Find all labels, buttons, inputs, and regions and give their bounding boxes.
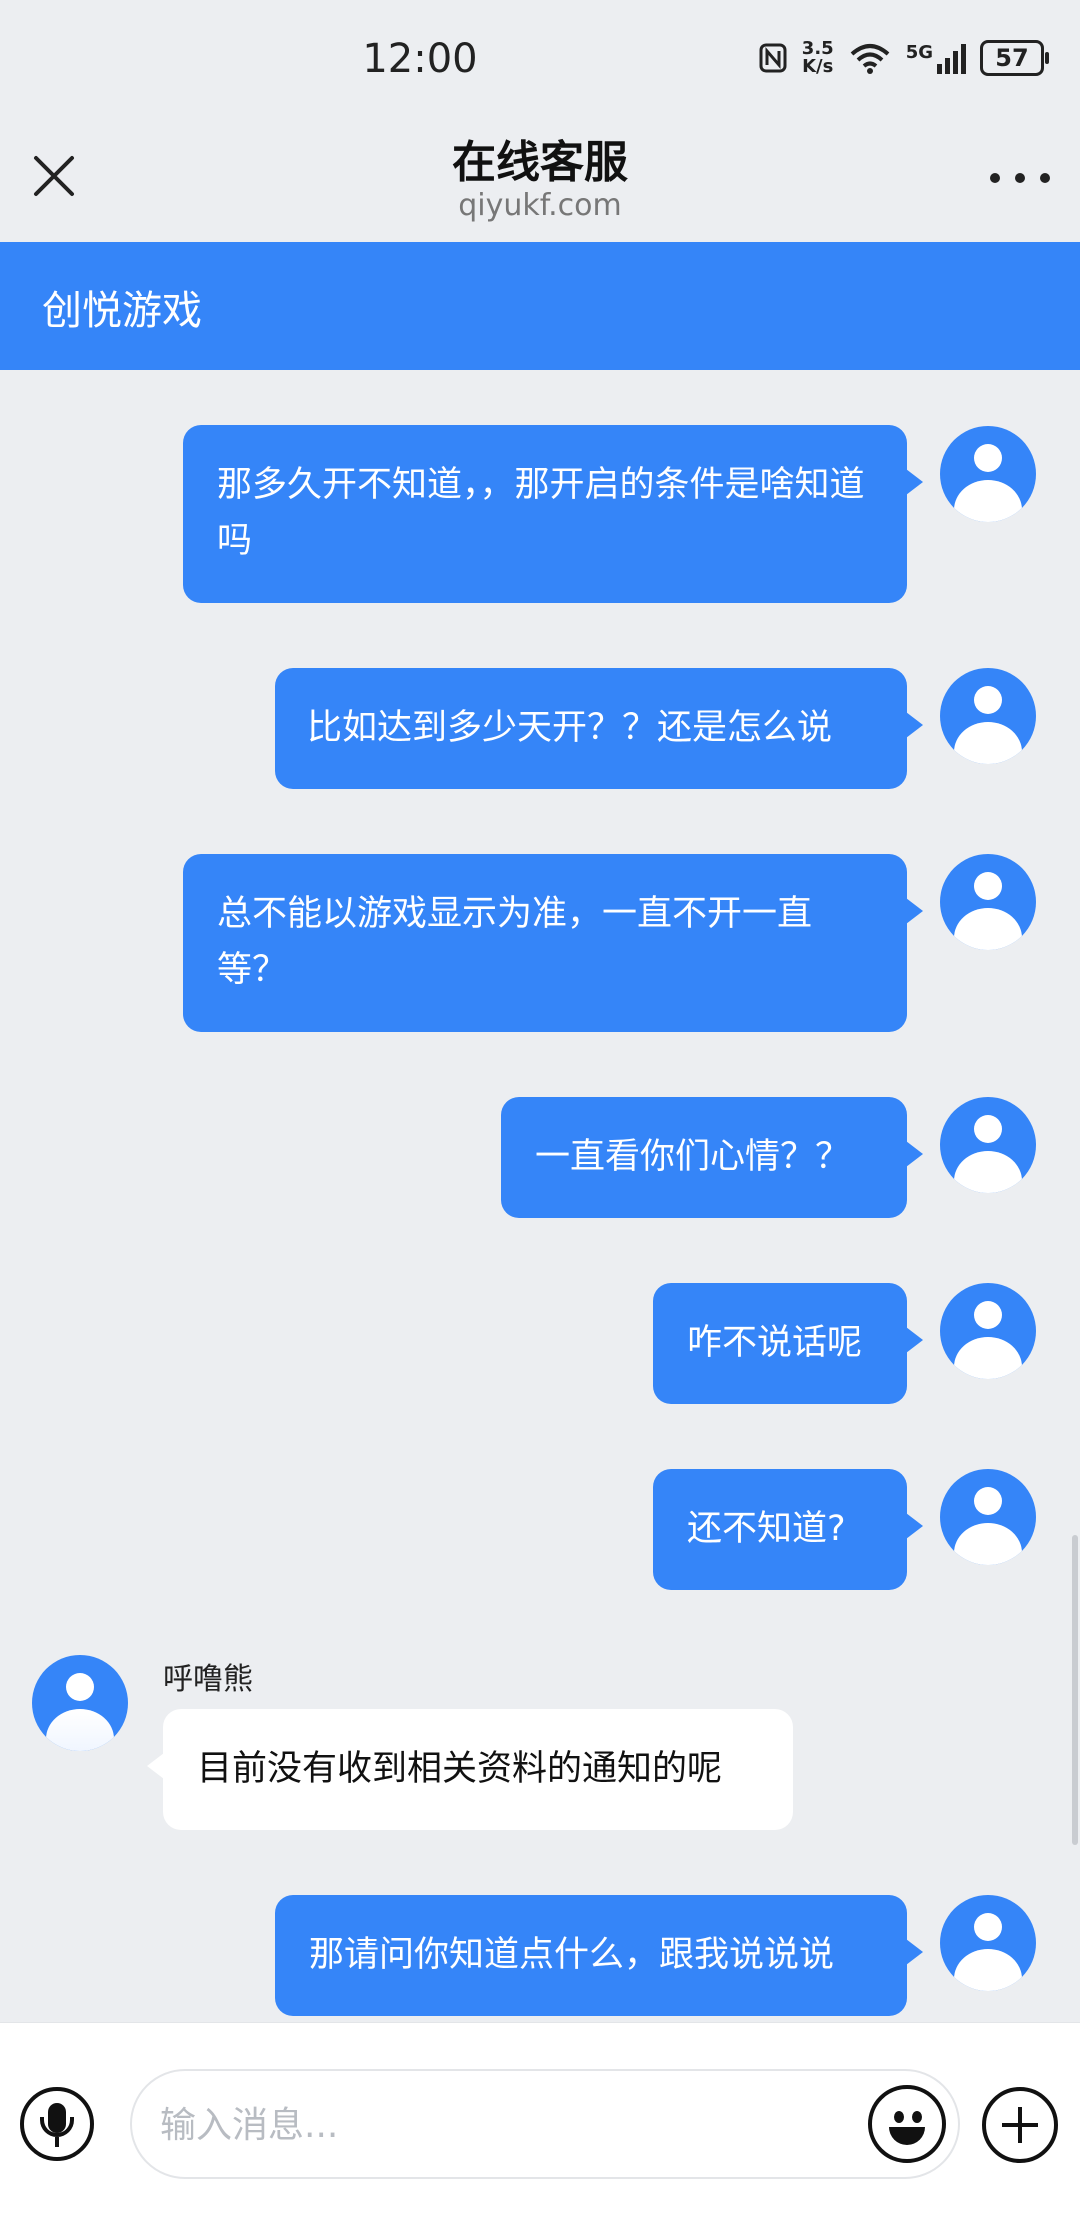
more-dot [990,173,1000,183]
avatar-head [974,1487,1002,1515]
battery-indicator: 57 [980,40,1049,76]
brand-name: 创悦游戏 [42,288,202,334]
status-time: 12:00 [362,36,478,82]
more-icon[interactable] [990,170,1050,186]
user-avatar-icon[interactable] [940,1469,1036,1565]
avatar-body [954,480,1022,522]
message-bubble-outgoing[interactable]: 总不能以游戏显示为准，一直不开一直等？ [183,854,923,1032]
message-bubble-outgoing[interactable]: 比如达到多少天开？？还是怎么说 [275,668,923,789]
more-dot [1040,173,1050,183]
message-input-container [130,2069,960,2179]
network-speed: 3.5 K/s [802,40,834,76]
avatar-body [954,1337,1022,1379]
avatar-head [66,1673,94,1701]
plus-icon[interactable] [982,2087,1058,2163]
more-dot [1015,173,1025,183]
user-avatar-icon[interactable] [940,668,1036,764]
message-bubble-outgoing[interactable]: 咋不说话呢 [653,1283,923,1404]
input-bar [0,2022,1080,2229]
avatar-body [954,1523,1022,1565]
status-icons: 3.5 K/s 5G 57 [758,40,1049,76]
avatar-body [954,1151,1022,1193]
avatar-body [46,1709,114,1751]
page-subtitle: qiyukf.com [458,188,622,223]
nfc-icon [759,43,787,73]
microphone-foot [55,2137,59,2147]
avatar-head [974,1115,1002,1143]
user-avatar-icon[interactable] [940,426,1036,522]
emoji-left-eye [894,2111,904,2123]
message-bubble-outgoing[interactable]: 一直看你们心情？？ [501,1097,923,1218]
microphone-stand [40,2117,74,2137]
avatar-head [974,444,1002,472]
message-bubble-outgoing[interactable]: 那请问你知道点什么，跟我说说说 [275,1895,923,2016]
avatar-body [954,722,1022,764]
user-avatar-icon[interactable] [940,854,1036,950]
user-avatar-icon[interactable] [940,1283,1036,1379]
agent-avatar-icon[interactable] [32,1655,128,1751]
wifi-icon [850,44,890,74]
avatar-head [974,1301,1002,1329]
chat-scrollbar[interactable] [1072,1535,1078,1845]
status-bar: 12:00 3.5 K/s 5G 57 [0,0,1080,120]
signal-bars-icon [937,44,966,74]
user-avatar-icon[interactable] [940,1895,1036,1991]
emoji-icon[interactable] [868,2085,946,2163]
emoji-right-eye [912,2111,922,2123]
user-avatar-icon[interactable] [940,1097,1036,1193]
emoji-mouth [889,2127,925,2145]
avatar-head [974,686,1002,714]
avatar-head [974,1913,1002,1941]
message-bubble-incoming[interactable]: 目前没有收到相关资料的通知的呢 [147,1709,793,1830]
chat-message-list[interactable]: 那多久开不知道，，那开启的条件是啥知道吗 比如达到多少天开？？还是怎么说 总不能… [0,370,1080,2022]
avatar-body [954,1949,1022,1991]
signal-label: 5G [905,42,933,63]
title-bar: 在线客服 qiyukf.com [0,120,1080,242]
cellular-signal: 5G [906,42,966,74]
page-title: 在线客服 [452,137,628,188]
message-bubble-outgoing[interactable]: 那多久开不知道，，那开启的条件是啥知道吗 [183,425,923,603]
network-speed-unit: K/s [802,56,834,77]
message-bubble-outgoing[interactable]: 还不知道? [653,1469,923,1590]
agent-name: 呼噜熊 [163,1662,253,1697]
brand-bar: 创悦游戏 [0,242,1080,370]
avatar-head [974,872,1002,900]
microphone-icon[interactable] [20,2087,94,2161]
avatar-body [954,908,1022,950]
message-input[interactable] [158,2091,782,2159]
